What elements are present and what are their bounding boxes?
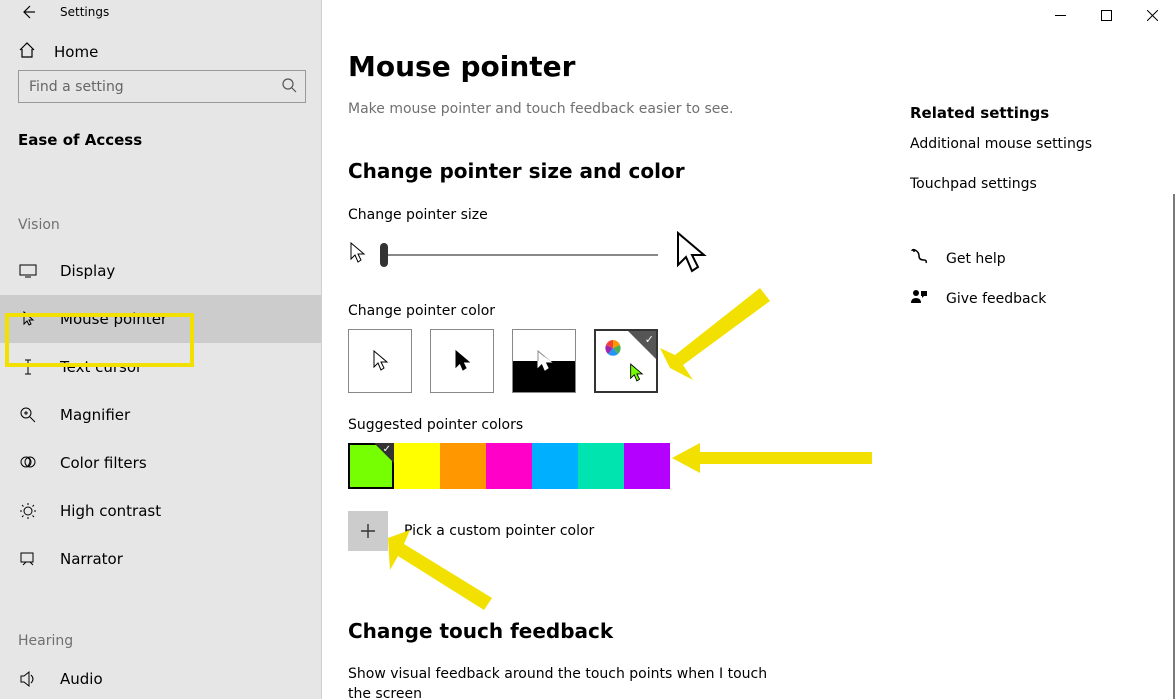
nav-display-label: Display — [60, 262, 115, 280]
get-help-label: Get help — [946, 251, 1006, 267]
color-swatch-0[interactable]: ✓ — [348, 443, 394, 489]
pointer-color-white[interactable] — [348, 329, 412, 393]
nav-display[interactable]: Display — [0, 247, 321, 295]
color-swatch-2[interactable] — [440, 443, 486, 489]
home-label: Home — [54, 43, 98, 61]
color-swatch-4[interactable] — [532, 443, 578, 489]
group-vision: Vision — [0, 217, 321, 233]
link-touchpad-settings[interactable]: Touchpad settings — [910, 176, 1092, 192]
give-feedback-link[interactable]: Give feedback — [910, 288, 1092, 310]
window-caption-buttons — [1037, 0, 1175, 30]
nav-mouse-pointer[interactable]: Mouse pointer — [0, 295, 321, 343]
search-placeholder: Find a setting — [29, 79, 124, 95]
search-icon — [281, 77, 297, 97]
check-icon: ✓ — [645, 333, 654, 346]
related-settings-title: Related settings — [910, 104, 1092, 122]
color-swatch-3[interactable] — [486, 443, 532, 489]
color-swatch-6[interactable] — [624, 443, 670, 489]
link-additional-mouse-settings[interactable]: Additional mouse settings — [910, 136, 1092, 152]
nav-list-vision: Display Mouse pointer Text cursor Magnif… — [0, 247, 321, 583]
section-touch-feedback: Change touch feedback — [348, 619, 1175, 643]
feedback-icon — [910, 288, 928, 310]
nav-home[interactable]: Home — [0, 36, 321, 68]
titlebar: Settings — [0, 0, 321, 24]
nav-text-cursor[interactable]: Text cursor — [0, 343, 321, 391]
label-suggested-colors: Suggested pointer colors — [348, 417, 1175, 433]
custom-color-row: Pick a custom pointer color — [348, 511, 1175, 551]
nav-magnifier[interactable]: Magnifier — [0, 391, 321, 439]
color-swatch-1[interactable] — [394, 443, 440, 489]
page-title: Mouse pointer — [348, 50, 1175, 83]
pointer-color-options: ✓ — [348, 329, 1175, 393]
slider-thumb[interactable] — [380, 243, 388, 267]
high-contrast-icon — [18, 501, 38, 521]
mouse-pointer-icon — [18, 309, 38, 329]
related-settings-pane: Related settings Additional mouse settin… — [910, 104, 1092, 310]
nav-high-contrast-label: High contrast — [60, 502, 161, 520]
color-swatch-5[interactable] — [578, 443, 624, 489]
display-icon — [18, 261, 38, 281]
text-cursor-icon — [18, 357, 38, 377]
back-button[interactable] — [18, 2, 38, 22]
search-input[interactable]: Find a setting — [18, 70, 306, 103]
pick-custom-color-button[interactable] — [348, 511, 388, 551]
narrator-icon — [18, 549, 38, 569]
sidebar: Settings Home Find a setting Ease of Acc… — [0, 0, 322, 699]
nav-color-filters-label: Color filters — [60, 454, 147, 472]
get-help-link[interactable]: Get help — [910, 248, 1092, 270]
custom-color-label: Pick a custom pointer color — [404, 523, 594, 539]
maximize-button[interactable] — [1083, 0, 1129, 30]
nav-high-contrast[interactable]: High contrast — [0, 487, 321, 535]
nav-color-filters[interactable]: Color filters — [0, 439, 321, 487]
check-icon: ✓ — [383, 444, 391, 455]
pointer-color-custom[interactable]: ✓ — [594, 329, 658, 393]
nav-list-hearing: Audio — [0, 659, 321, 699]
nav-text-cursor-label: Text cursor — [60, 358, 142, 376]
nav-audio[interactable]: Audio — [0, 659, 321, 699]
give-feedback-label: Give feedback — [946, 291, 1046, 307]
pointer-color-inverted[interactable] — [512, 329, 576, 393]
nav-audio-label: Audio — [60, 670, 103, 688]
pointer-size-slider[interactable] — [380, 254, 658, 256]
home-icon — [18, 41, 36, 63]
selected-corner: ✓ — [628, 331, 656, 359]
group-hearing: Hearing — [0, 633, 321, 649]
help-icon — [910, 248, 928, 270]
section-ease-of-access: Ease of Access — [0, 131, 321, 149]
audio-icon — [18, 669, 38, 689]
nav-narrator[interactable]: Narrator — [0, 535, 321, 583]
color-filters-icon — [18, 453, 38, 473]
nav-narrator-label: Narrator — [60, 550, 123, 568]
magnifier-icon — [18, 405, 38, 425]
pointer-color-black[interactable] — [430, 329, 494, 393]
cursor-small-icon — [348, 242, 366, 268]
app-title: Settings — [60, 5, 109, 19]
cursor-large-icon — [672, 231, 708, 279]
minimize-button[interactable] — [1037, 0, 1083, 30]
nav-magnifier-label: Magnifier — [60, 406, 130, 424]
suggested-color-swatches: ✓ — [348, 443, 1175, 489]
close-button[interactable] — [1129, 0, 1175, 30]
nav-mouse-pointer-label: Mouse pointer — [60, 310, 167, 328]
touch-feedback-description: Show visual feedback around the touch po… — [348, 665, 768, 699]
